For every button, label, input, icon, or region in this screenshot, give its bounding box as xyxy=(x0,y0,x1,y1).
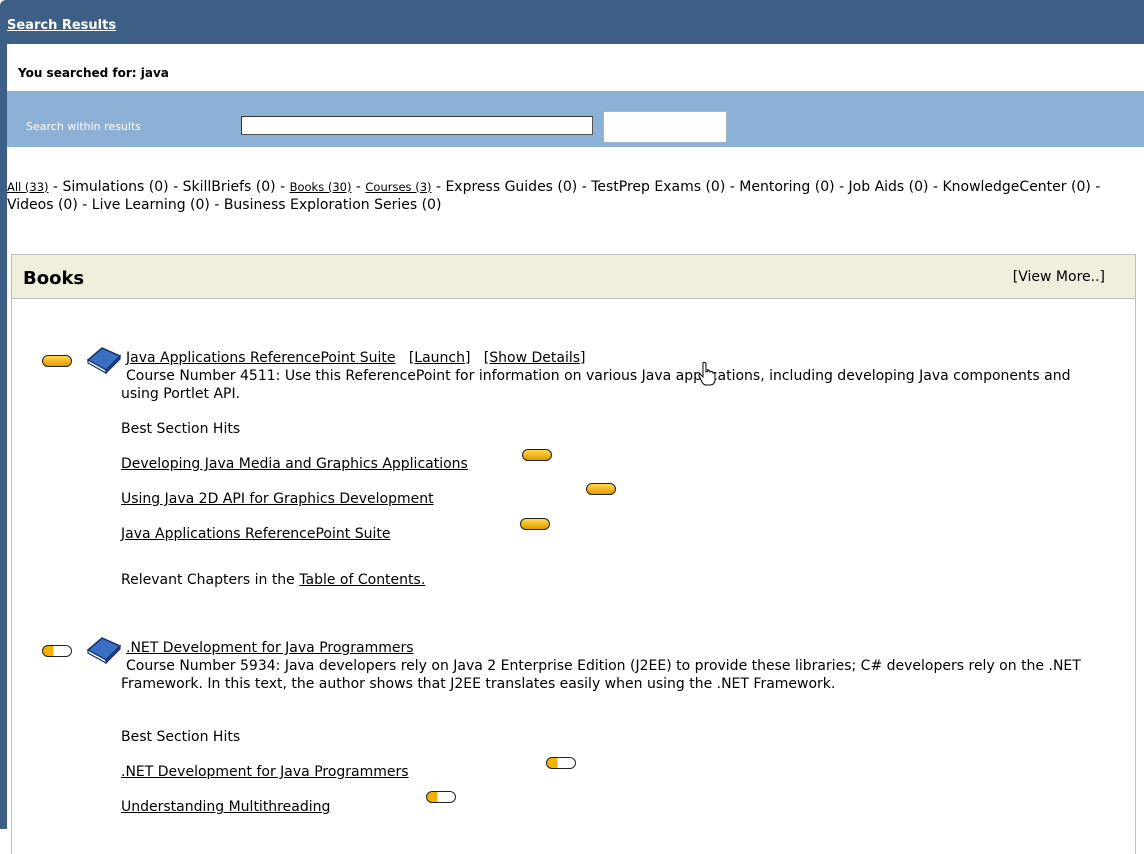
section-hit-link[interactable]: Understanding Multithreading xyxy=(121,799,330,815)
filter-courses-link[interactable]: Courses (3) xyxy=(365,180,431,194)
best-section-hits-label: Best Section Hits xyxy=(121,729,241,745)
category-filter-list: All (33) - Simulations (0) - SkillBriefs… xyxy=(7,179,1101,213)
filter-books-link[interactable]: Books (30) xyxy=(290,180,352,194)
results-panel: You searched for: java Search within res… xyxy=(7,44,1144,854)
section-hit-link[interactable]: Developing Java Media and Graphics Appli… xyxy=(121,456,468,472)
searched-for-text: You searched for: java xyxy=(18,66,169,80)
search-within-bar: Search within results xyxy=(7,91,1144,147)
relevance-pill-full-icon xyxy=(520,518,550,530)
result-description: Course Number 4511: Use this ReferencePo… xyxy=(121,368,1071,402)
section-hit-link[interactable]: Java Applications ReferencePoint Suite xyxy=(121,526,390,542)
section-hit-item: .NET Development for Java Programmers xyxy=(121,764,409,780)
search-within-input[interactable] xyxy=(241,116,593,135)
filter-testprep-exams: TestPrep Exams (0) xyxy=(591,179,726,195)
section-hit-link[interactable]: .NET Development for Java Programmers xyxy=(121,764,409,780)
section-hit-item: Using Java 2D API for Graphics Developme… xyxy=(121,491,434,507)
books-section: Books [View More..] Java Applications Re… xyxy=(11,254,1136,854)
best-section-hits-label: Best Section Hits xyxy=(121,421,241,437)
filter-express-guides: Express Guides (0) xyxy=(445,179,578,195)
result-title-link[interactable]: Java Applications ReferencePoint Suite xyxy=(126,350,395,366)
book-icon xyxy=(86,637,122,664)
filter-all-link[interactable]: All (33) xyxy=(7,180,49,194)
launch-link[interactable]: [Launch] xyxy=(409,350,471,366)
result-description: Course Number 5934: Java developers rely… xyxy=(121,658,1081,692)
section-hit-item: Developing Java Media and Graphics Appli… xyxy=(121,456,468,472)
filter-business-exploration: Business Exploration Series (0) xyxy=(223,197,442,213)
hand-cursor-icon xyxy=(698,362,716,386)
filter-videos: Videos (0) xyxy=(7,197,78,213)
section-hit-item: Understanding Multithreading xyxy=(121,799,330,815)
relevance-pill-full-icon xyxy=(586,483,616,495)
relevance-pill-low-icon xyxy=(42,645,72,657)
relevance-pill-low-icon xyxy=(426,791,456,803)
section-hit-link[interactable]: Using Java 2D API for Graphics Developme… xyxy=(121,491,434,507)
books-section-header: Books [View More..] xyxy=(12,255,1135,299)
result-title-link[interactable]: .NET Development for Java Programmers xyxy=(126,640,414,656)
relevant-chapters-text: Relevant Chapters in the xyxy=(121,572,295,588)
filter-knowledgecenter: KnowledgeCenter (0) xyxy=(942,179,1091,195)
section-hit-item: Java Applications ReferencePoint Suite xyxy=(121,526,390,542)
relevance-pill-low-icon xyxy=(546,757,576,769)
filter-job-aids: Job Aids (0) xyxy=(848,179,929,195)
search-within-label: Search within results xyxy=(26,120,142,133)
relevant-chapters-line: Relevant Chapters in the Table of Conten… xyxy=(121,572,425,588)
relevance-pill-full-icon xyxy=(522,449,552,461)
relevance-pill-full-icon xyxy=(42,355,72,367)
table-of-contents-link[interactable]: Table of Contents. xyxy=(299,572,425,588)
filter-simulations: Simulations (0) xyxy=(62,179,169,195)
books-section-title: Books xyxy=(23,268,85,289)
title-bar: Search Results xyxy=(0,0,1144,44)
filter-skillbriefs: SkillBriefs (0) xyxy=(182,179,276,195)
results-frame: Search Results You searched for: java Se… xyxy=(0,0,1144,854)
view-more-link[interactable]: [View More..] xyxy=(1013,269,1105,285)
book-icon xyxy=(86,347,122,374)
search-results-title-link[interactable]: Search Results xyxy=(7,18,116,33)
result-title-row: Java Applications ReferencePoint Suite [… xyxy=(126,350,585,366)
search-within-button[interactable] xyxy=(603,111,727,143)
filter-mentoring: Mentoring (0) xyxy=(739,179,835,195)
result-title-row: .NET Development for Java Programmers xyxy=(126,640,414,656)
show-details-link[interactable]: [Show Details] xyxy=(484,350,586,366)
filter-live-learning: Live Learning (0) xyxy=(91,197,210,213)
